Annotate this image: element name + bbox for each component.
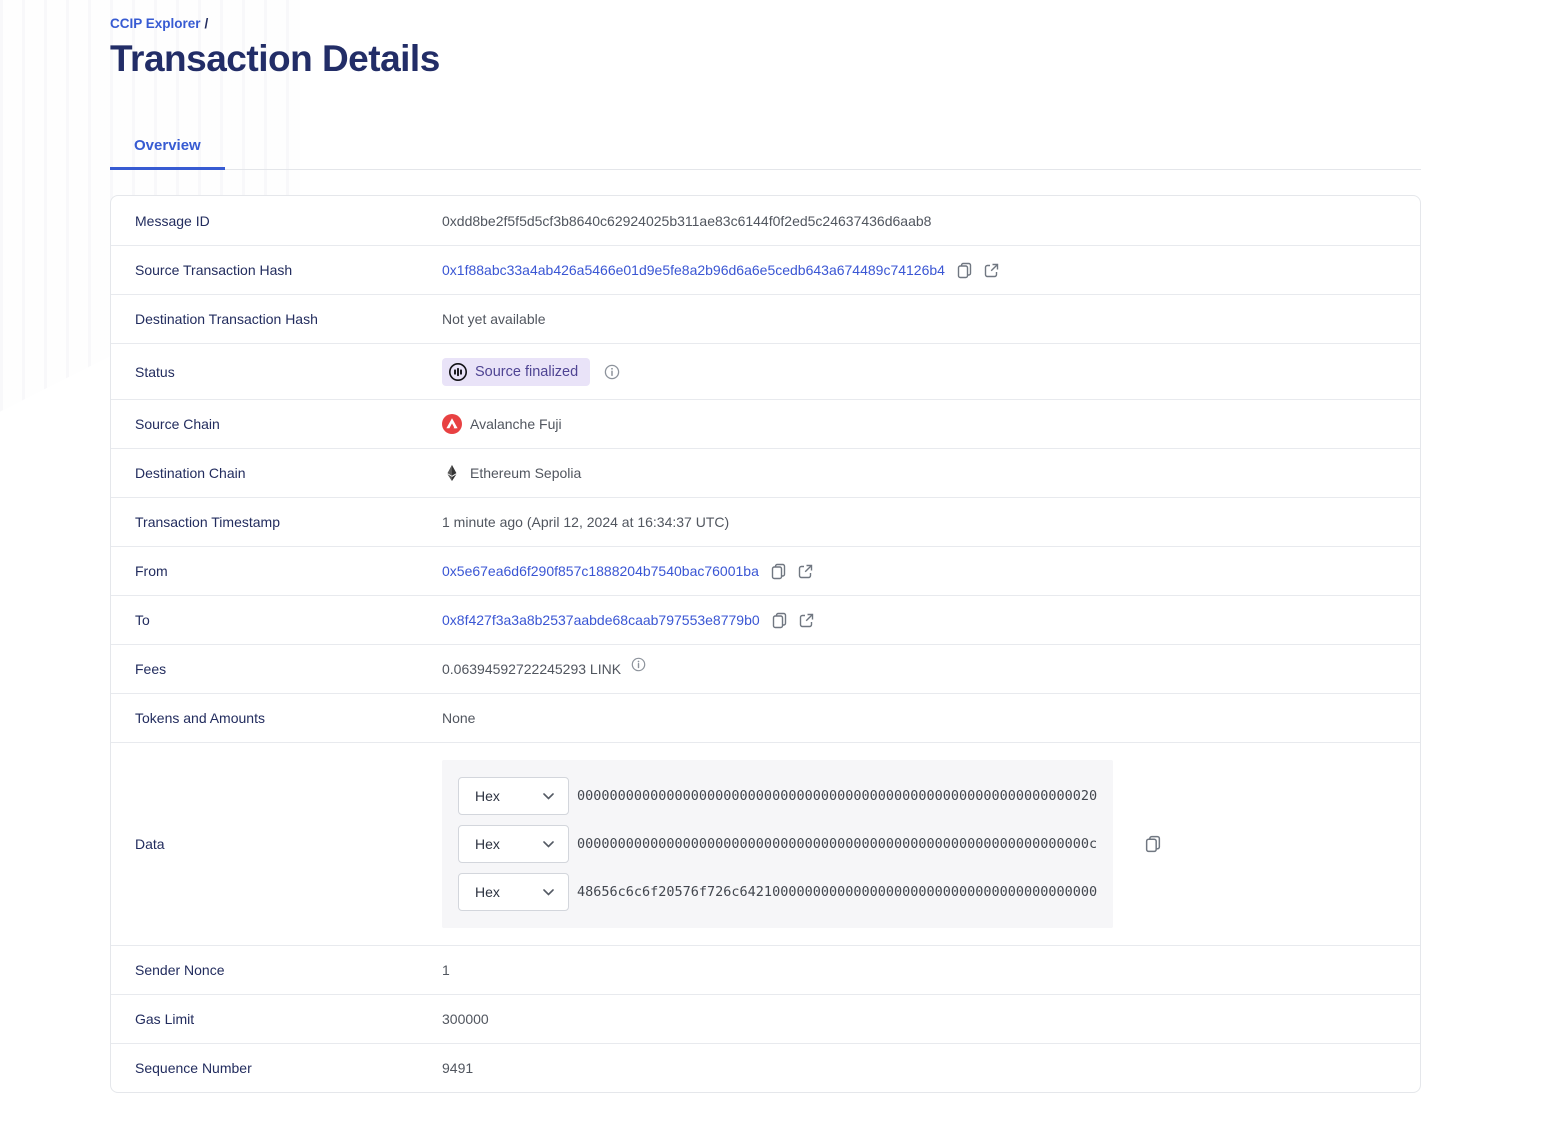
sequence-number-value: 9491	[442, 1060, 474, 1076]
table-row-gas-limit: Gas Limit 300000	[111, 994, 1420, 1043]
row-label: Destination Chain	[135, 465, 246, 481]
source-chain-name: Avalanche Fuji	[470, 416, 562, 432]
table-row-sender-nonce: Sender Nonce 1	[111, 945, 1420, 994]
transaction-details-table: Message ID 0xdd8be2f5f5d5cf3b8640c629240…	[110, 195, 1421, 1093]
table-row-dest-chain: Destination Chain Ethereum Sepolia	[111, 448, 1420, 497]
sender-nonce-value: 1	[442, 962, 450, 978]
hex-data-value: 48656c6c6f20576f726c64210000000000000000…	[577, 884, 1098, 900]
table-row-timestamp: Transaction Timestamp 1 minute ago (Apri…	[111, 497, 1420, 546]
encoding-select[interactable]: Hex	[458, 777, 569, 815]
table-row-data: Data Hex 0000000000000000000000000000000…	[111, 742, 1420, 945]
table-row-source-tx-hash: Source Transaction Hash 0x1f88abc33a4ab4…	[111, 245, 1420, 294]
data-hex-line: Hex 000000000000000000000000000000000000…	[458, 777, 1097, 815]
breadcrumb: CCIP Explorer /	[110, 16, 1421, 31]
row-label: To	[135, 612, 150, 628]
row-label: Gas Limit	[135, 1011, 195, 1027]
row-label: Data	[135, 836, 165, 852]
source-tx-hash-link[interactable]: 0x1f88abc33a4ab426a5466e01d9e5fe8a2b96d6…	[442, 262, 945, 278]
table-row-source-chain: Source Chain Avalanche Fuji	[111, 399, 1420, 448]
row-label: Tokens and Amounts	[135, 710, 265, 726]
info-icon[interactable]	[604, 364, 620, 380]
hex-data-value: 0000000000000000000000000000000000000000…	[577, 836, 1098, 852]
breadcrumb-separator: /	[204, 16, 209, 31]
dest-chain-name: Ethereum Sepolia	[470, 465, 582, 481]
status-badge: Source finalized	[442, 357, 591, 386]
copy-icon[interactable]	[771, 563, 786, 580]
row-label: Message ID	[135, 212, 210, 229]
encoding-select-value: Hex	[475, 836, 500, 852]
encoding-select[interactable]: Hex	[458, 873, 569, 911]
table-row-message-id: Message ID 0xdd8be2f5f5d5cf3b8640c629240…	[111, 196, 1420, 245]
row-label: Source Chain	[135, 416, 220, 432]
data-hex-box: Hex 000000000000000000000000000000000000…	[442, 760, 1114, 928]
row-label: Sequence Number	[135, 1060, 252, 1076]
encoding-select-value: Hex	[475, 788, 500, 804]
tab-overview[interactable]: Overview	[110, 127, 225, 170]
avalanche-fuji-icon	[442, 414, 462, 434]
row-label: Destination Transaction Hash	[135, 311, 318, 327]
dest-tx-hash-value: Not yet available	[442, 311, 546, 327]
timestamp-value: 1 minute ago (April 12, 2024 at 16:34:37…	[442, 514, 730, 530]
table-row-from: From 0x5e67ea6d6f290f857c1888204b7540bac…	[111, 546, 1420, 595]
copy-icon[interactable]	[957, 262, 972, 279]
breadcrumb-ccip-explorer-link[interactable]: CCIP Explorer	[110, 16, 201, 31]
chevron-down-icon	[543, 840, 554, 848]
external-link-icon[interactable]	[799, 613, 814, 628]
table-row-dest-tx-hash: Destination Transaction Hash Not yet ava…	[111, 294, 1420, 343]
copy-icon[interactable]	[772, 612, 787, 629]
data-hex-line: Hex 48656c6c6f20576f726c6421000000000000…	[458, 873, 1097, 911]
info-icon[interactable]	[631, 657, 646, 672]
chevron-down-icon	[543, 888, 554, 896]
ethereum-sepolia-icon	[442, 463, 462, 483]
row-label: Transaction Timestamp	[135, 514, 280, 530]
table-row-to: To 0x8f427f3a3a8b2537aabde68caab797553e8…	[111, 595, 1420, 644]
external-link-icon[interactable]	[798, 564, 813, 579]
chevron-down-icon	[543, 792, 554, 800]
encoding-select[interactable]: Hex	[458, 825, 569, 863]
row-label: From	[135, 563, 168, 579]
tokens-and-amounts-value: None	[442, 710, 476, 726]
row-label: Sender Nonce	[135, 962, 225, 978]
table-row-fees: Fees 0.06394592722245293 LINK	[111, 644, 1420, 693]
data-hex-line: Hex 000000000000000000000000000000000000…	[458, 825, 1097, 863]
status-badge-label: Source finalized	[475, 363, 579, 380]
table-row-status: Status Source finalized	[111, 343, 1420, 399]
hex-data-value: 0000000000000000000000000000000000000000…	[577, 788, 1098, 804]
page-title: Transaction Details	[110, 38, 440, 79]
copy-icon[interactable]	[1145, 835, 1161, 853]
fees-value: 0.06394592722245293 LINK	[442, 661, 622, 677]
from-address-link[interactable]: 0x5e67ea6d6f290f857c1888204b7540bac76001…	[442, 563, 759, 579]
row-label: Status	[135, 363, 175, 380]
encoding-select-value: Hex	[475, 884, 500, 900]
table-row-tokens-and-amounts: Tokens and Amounts None	[111, 693, 1420, 742]
external-link-icon[interactable]	[984, 263, 999, 278]
table-row-sequence-number: Sequence Number 9491	[111, 1043, 1420, 1092]
to-address-link[interactable]: 0x8f427f3a3a8b2537aabde68caab797553e8779…	[442, 612, 760, 628]
transaction-details-page: CCIP Explorer / Transaction Details Overv…	[110, 0, 1421, 1093]
row-label: Source Transaction Hash	[135, 262, 293, 278]
message-id-value: 0xdd8be2f5f5d5cf3b8640c62924025b311ae83c…	[442, 212, 932, 229]
row-label: Fees	[135, 661, 167, 677]
tab-bar: Overview	[110, 127, 1421, 170]
gas-limit-value: 300000	[442, 1011, 489, 1027]
status-progress-icon	[448, 362, 468, 382]
